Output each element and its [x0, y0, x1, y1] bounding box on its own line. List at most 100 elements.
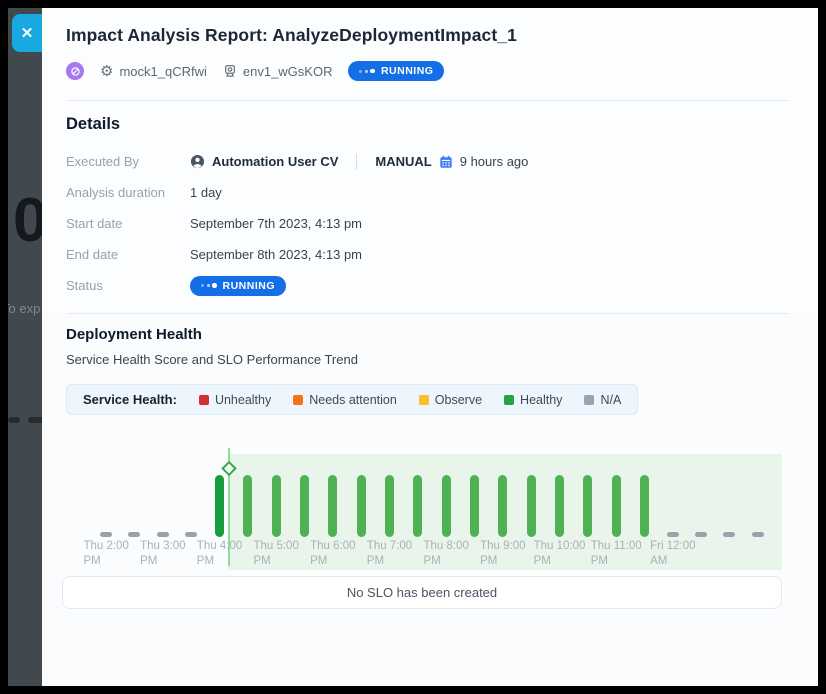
- legend-item-label: Healthy: [520, 393, 562, 407]
- chart-slot[interactable]: [404, 475, 432, 537]
- healthy-bar: [385, 475, 394, 537]
- chart-subtitle: Service Health Score and SLO Performance…: [66, 352, 790, 367]
- chart-slot[interactable]: [262, 475, 290, 537]
- na-dash: [695, 532, 707, 537]
- background-dash: [8, 417, 20, 423]
- healthy-bar: [272, 475, 281, 537]
- na-dash: [157, 532, 169, 537]
- detail-row-end-date: End date September 8th 2023, 4:13 pm: [66, 239, 790, 270]
- legend-item-label: Needs attention: [309, 393, 397, 407]
- analysis-duration-value: 1 day: [190, 185, 222, 200]
- impact-analysis-icon: [66, 62, 84, 80]
- healthy-bar: [583, 475, 592, 537]
- no-slo-message: No SLO has been created: [347, 585, 497, 600]
- status-badge: RUNNING: [190, 276, 286, 296]
- healthy-bar: [243, 475, 252, 537]
- detail-row-status: Status RUNNING: [66, 270, 790, 301]
- na-dash: [752, 532, 764, 537]
- chart-slot[interactable]: [517, 475, 545, 537]
- chart-slot[interactable]: [375, 475, 403, 537]
- chart-slot[interactable]: [149, 532, 177, 537]
- legend-item-label: Observe: [435, 393, 482, 407]
- detail-label: End date: [66, 247, 190, 262]
- chart-slot[interactable]: [659, 532, 687, 537]
- legend-title: Service Health:: [83, 392, 177, 407]
- close-drawer-button[interactable]: ✕: [12, 14, 42, 52]
- x-axis-label: Thu 2:00PM: [83, 539, 128, 569]
- no-slo-banner: No SLO has been created: [62, 576, 782, 609]
- chart-slot[interactable]: [460, 475, 488, 537]
- legend-item-label: Unhealthy: [215, 393, 271, 407]
- healthy-bar: [300, 475, 309, 537]
- impact-analysis-report-drawer: Impact Analysis Report: AnalyzeDeploymen…: [42, 8, 818, 686]
- chart-slot[interactable]: [630, 475, 658, 537]
- chart-slot[interactable]: [177, 532, 205, 537]
- orbit-glyph: [70, 66, 81, 77]
- deployment-health-heading: Deployment Health: [66, 326, 790, 343]
- chart-slot[interactable]: [602, 475, 630, 537]
- calendar-icon: [439, 155, 453, 169]
- na-dash: [185, 532, 197, 537]
- running-dots-icon: [359, 69, 375, 74]
- chart-slot[interactable]: [744, 532, 772, 537]
- legend-swatch: [419, 395, 429, 405]
- details-heading: Details: [66, 115, 790, 134]
- deployment-health-section: Deployment Health Service Health Score a…: [42, 314, 818, 679]
- chart-slot[interactable]: [120, 532, 148, 537]
- end-date-value: September 8th 2023, 4:13 pm: [190, 247, 362, 262]
- chart-slot[interactable]: [347, 475, 375, 537]
- status-badge-label: RUNNING: [223, 280, 276, 292]
- start-date-value: September 7th 2023, 4:13 pm: [190, 216, 362, 231]
- status-badge-label: RUNNING: [381, 65, 434, 77]
- legend-item: Unhealthy: [199, 393, 271, 407]
- healthy-bar: [328, 475, 337, 537]
- legend-item: N/A: [584, 393, 621, 407]
- na-dash: [723, 532, 735, 537]
- background-partial-text: To exp: [8, 301, 40, 316]
- healthy-bar: [527, 475, 536, 537]
- legend-swatch: [199, 395, 209, 405]
- chart-slot[interactable]: [234, 475, 262, 537]
- service-health-chart: Thu 2:00PMThu 3:00PMThu 4:00PMThu 5:00PM…: [62, 427, 782, 570]
- healthy-bar: [442, 475, 451, 537]
- chart-slot[interactable]: [489, 475, 517, 537]
- user-icon: [190, 154, 205, 169]
- chart-slot[interactable]: [715, 532, 743, 537]
- chart-slot[interactable]: [687, 532, 715, 537]
- close-icon: ✕: [21, 24, 34, 42]
- healthy-bar: [640, 475, 649, 537]
- chart-slot[interactable]: [205, 475, 233, 537]
- service-health-legend: Service Health: Unhealthy Needs attention…: [66, 384, 638, 415]
- environment-meta: env1_wGsKOR: [223, 64, 333, 79]
- chart-slot[interactable]: [574, 475, 602, 537]
- healthy-bar: [215, 475, 224, 537]
- trigger-type: MANUAL: [375, 154, 431, 169]
- report-meta-row: ⚙ mock1_qCRfwi env1_wGsKOR RUNNING: [66, 61, 790, 81]
- environment-icon: [223, 64, 237, 78]
- environment-name: env1_wGsKOR: [243, 64, 333, 79]
- chart-slot[interactable]: [319, 475, 347, 537]
- x-axis-label: Thu 3:00PM: [140, 539, 185, 569]
- chart-slot[interactable]: [432, 475, 460, 537]
- detail-label: Analysis duration: [66, 185, 190, 200]
- chart-slot[interactable]: [545, 475, 573, 537]
- legend-swatch: [504, 395, 514, 405]
- healthy-bar: [612, 475, 621, 537]
- details-section: Details Executed By Automation User CV M…: [42, 101, 818, 301]
- chart-slot[interactable]: [290, 475, 318, 537]
- detail-label: Status: [66, 278, 190, 293]
- drawer-header: Impact Analysis Report: AnalyzeDeploymen…: [42, 8, 818, 81]
- healthy-bar: [470, 475, 479, 537]
- gear-icon: ⚙: [100, 64, 113, 79]
- chart-slot[interactable]: [92, 532, 120, 537]
- na-dash: [128, 532, 140, 537]
- healthy-bar: [413, 475, 422, 537]
- legend-item: Observe: [419, 393, 482, 407]
- legend-swatch: [293, 395, 303, 405]
- page-title: Impact Analysis Report: AnalyzeDeploymen…: [66, 25, 790, 46]
- healthy-bar: [357, 475, 366, 537]
- executed-time: 9 hours ago: [460, 154, 529, 169]
- detail-label: Executed By: [66, 154, 190, 169]
- service-meta: ⚙ mock1_qCRfwi: [100, 64, 207, 79]
- legend-item: Healthy: [504, 393, 562, 407]
